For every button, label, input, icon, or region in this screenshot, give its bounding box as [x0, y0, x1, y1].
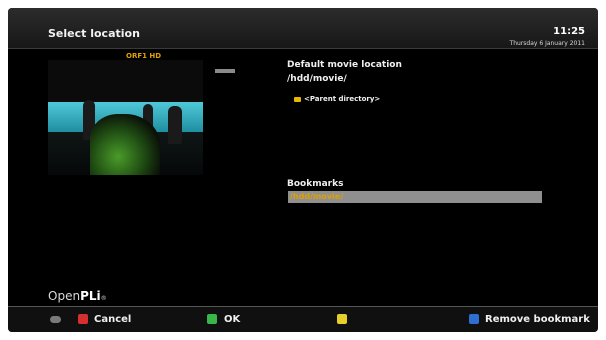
bookmark-item[interactable]: /hdd/movie/ — [290, 192, 343, 201]
header-bar: Select location 11:25 Thursday 6 January… — [8, 8, 598, 49]
preview-figure — [168, 106, 182, 144]
parent-directory-label: <Parent directory> — [304, 95, 381, 103]
cancel-button[interactable]: Cancel — [94, 314, 131, 325]
remove-bookmark-button[interactable]: Remove bookmark — [485, 314, 590, 325]
keyboard-icon[interactable] — [50, 316, 61, 323]
bookmarks-heading: Bookmarks — [287, 179, 344, 189]
signal-indicator-icon — [215, 69, 235, 73]
tv-preview — [48, 60, 203, 175]
green-key-icon[interactable] — [207, 314, 217, 324]
clock: 11:25 — [553, 26, 585, 37]
screen: Select location 11:25 Thursday 6 January… — [8, 8, 598, 332]
red-key-icon[interactable] — [78, 314, 88, 324]
current-path: /hdd/movie/ — [287, 74, 347, 84]
preview-foreground — [90, 114, 160, 175]
default-location-heading: Default movie location — [287, 60, 402, 70]
ok-button[interactable]: OK — [224, 314, 240, 325]
channel-name: ORF1 HD — [126, 52, 162, 60]
blue-key-icon[interactable] — [469, 314, 479, 324]
folder-icon — [294, 97, 301, 102]
openpli-logo: OpenPLi® — [48, 289, 107, 303]
yellow-key-icon[interactable] — [337, 314, 347, 324]
page-title: Select location — [48, 27, 140, 40]
date-label: Thursday 6 January 2011 — [509, 40, 585, 47]
button-bar: Cancel OK Remove bookmark — [8, 306, 598, 332]
